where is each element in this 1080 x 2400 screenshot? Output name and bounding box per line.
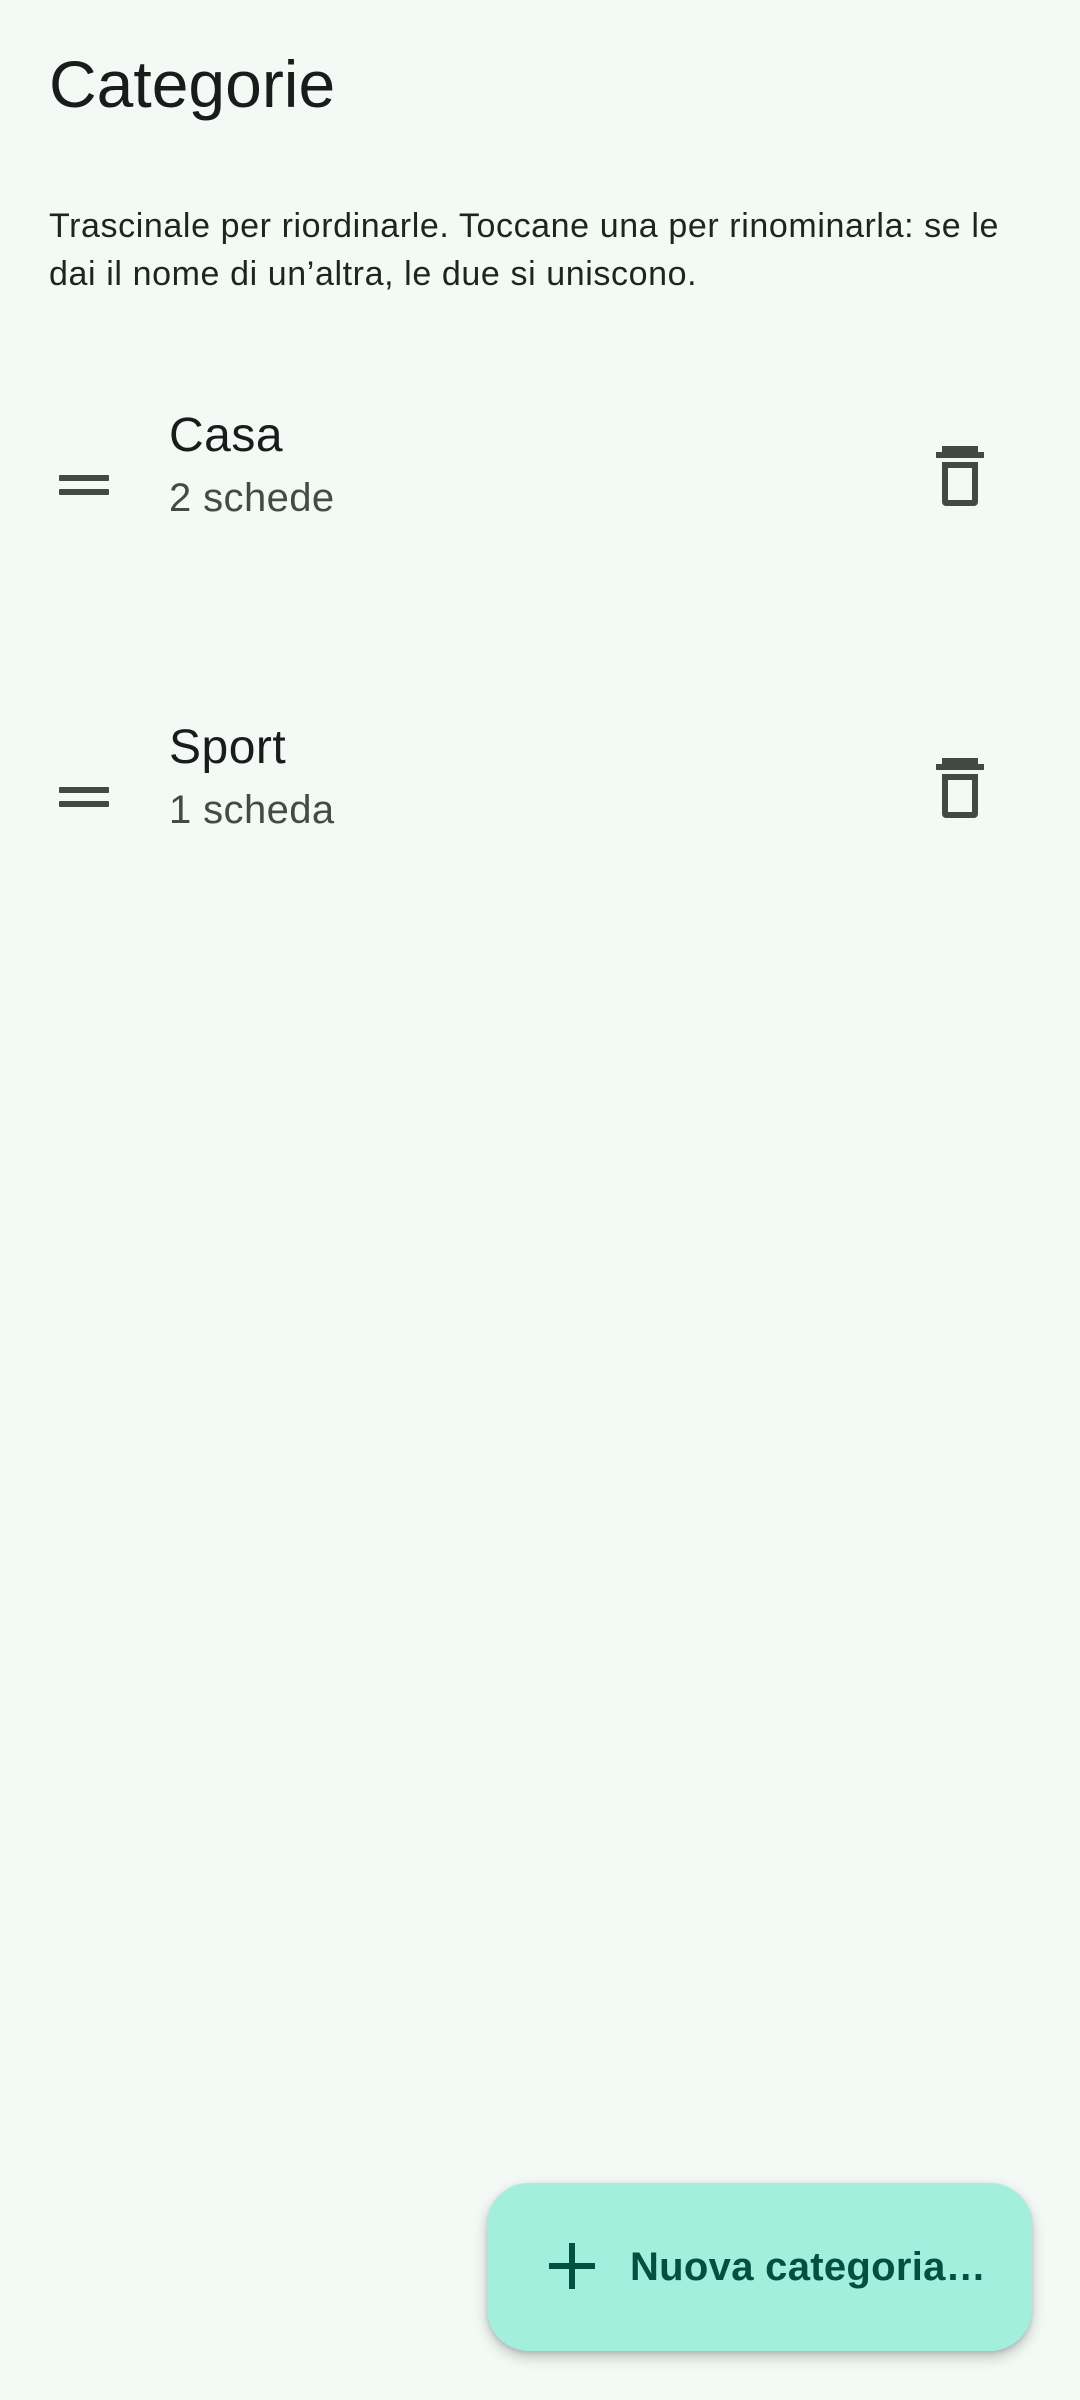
trash-icon [936, 758, 984, 818]
delete-button[interactable] [920, 436, 1000, 516]
drag-handle-icon[interactable] [54, 767, 114, 827]
drag-handle-icon[interactable] [54, 455, 114, 515]
instructions-text: Trascinale per riordinarle. Toccane una … [49, 207, 999, 293]
category-list: Casa 2 schede Sport 1 scheda [0, 360, 1080, 984]
category-name: Sport [169, 721, 287, 774]
plus-icon [549, 2243, 595, 2289]
page-title: Categorie [49, 47, 336, 121]
new-category-label: Nuova categoria… [630, 2245, 987, 2289]
new-category-button[interactable]: Nuova categoria… [487, 2183, 1032, 2351]
delete-button[interactable] [920, 748, 1000, 828]
category-item-sport[interactable]: Sport 1 scheda [0, 672, 1080, 984]
category-count: 1 scheda [169, 788, 335, 832]
category-count: 2 schede [169, 476, 335, 520]
category-name: Casa [169, 409, 284, 462]
trash-icon [936, 446, 984, 506]
category-text[interactable]: Casa 2 schede [169, 404, 335, 526]
category-text[interactable]: Sport 1 scheda [169, 716, 335, 838]
category-item-casa[interactable]: Casa 2 schede [0, 360, 1080, 672]
